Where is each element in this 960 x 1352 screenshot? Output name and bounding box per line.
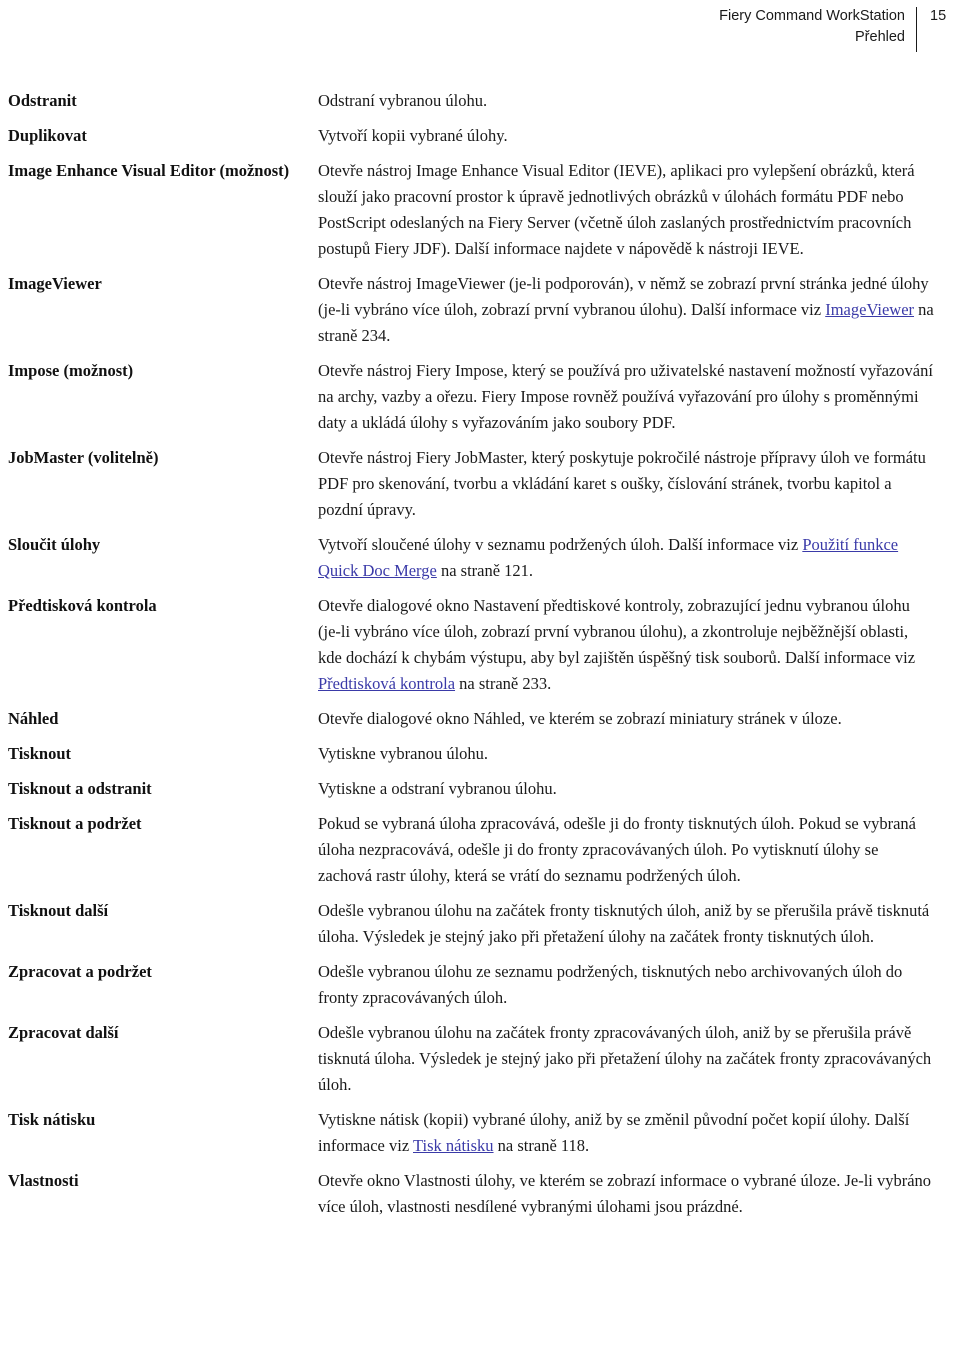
description-paragraph: Otevře nástroj Fiery Impose, který se po…	[318, 361, 933, 432]
cross-reference-link[interactable]: Tisk nátisku	[413, 1136, 494, 1155]
definition-row: Image Enhance Visual Editor (možnost) Ote…	[0, 158, 960, 262]
page-header: Fiery Command WorkStation Přehled 15	[0, 0, 960, 60]
command-term: Vlastnosti	[8, 1171, 79, 1190]
command-term: Tisknout a odstranit	[8, 779, 152, 798]
command-term: Impose (možnost)	[8, 361, 134, 380]
command-term: Zpracovat další	[8, 1023, 119, 1042]
command-term: Náhled	[8, 709, 59, 728]
command-description: Otevře dialogové okno Nastavení předtisk…	[318, 593, 960, 697]
description-paragraph: Otevře nástroj Fiery JobMaster, který po…	[318, 448, 926, 519]
description-paragraph: Otevře dialogové okno Nastavení předtisk…	[318, 593, 936, 697]
command-term: Tisk nátisku	[8, 1110, 96, 1129]
command-description: Vytiskne a odstraní vybranou úlohu.	[318, 776, 960, 802]
description-paragraph: Vytiskne a odstraní vybranou úlohu.	[318, 779, 557, 798]
command-description: Pokud se vybraná úloha zpracovává, odešl…	[318, 811, 960, 889]
description-text-after-link: na straně 121.	[436, 561, 534, 580]
definition-row: Tisk nátisku Vytiskne nátisk (kopii) vybr…	[0, 1107, 960, 1159]
command-description: Odešle vybranou úlohu na začátek fronty …	[318, 898, 960, 950]
description-paragraph: Otevře nástroj Image Enhance Visual Edit…	[318, 161, 915, 258]
command-term: Odstranit	[8, 91, 77, 110]
definition-row: Předtisková kontrola Otevře dialogové okn…	[0, 593, 960, 697]
description-paragraph: Odešle vybranou úlohu ze seznamu podržen…	[318, 962, 903, 1007]
command-term: Tisknout	[8, 744, 71, 763]
command-description: Vytiskne vybranou úlohu.	[318, 741, 960, 767]
definition-row: Sloučit úlohy Vytvoří sloučené úlohy v se…	[0, 532, 960, 584]
description-paragraph: Vytvoří sloučené úlohy v seznamu podržen…	[318, 532, 936, 584]
description-text-before-link: Otevře dialogové okno Nastavení předtisk…	[318, 596, 916, 667]
command-term: Image Enhance Visual Editor (možnost)	[8, 161, 290, 180]
command-term: Sloučit úlohy	[8, 535, 101, 554]
command-description: Otevře nástroj Fiery JobMaster, který po…	[318, 445, 960, 523]
command-description: Otevře nástroj Fiery Impose, který se po…	[318, 358, 960, 436]
description-paragraph: Otevře nástroj ImageViewer (je-li podpor…	[318, 271, 936, 349]
definition-row: Vlastnosti Otevře okno Vlastnosti úlohy, …	[0, 1168, 960, 1220]
definition-row: Impose (možnost) Otevře nástroj Fiery Imp…	[0, 358, 960, 436]
command-term: JobMaster (volitelně)	[8, 448, 159, 467]
command-description: Odešle vybranou úlohu na začátek fronty …	[318, 1020, 960, 1098]
description-paragraph: Odešle vybranou úlohu na začátek fronty …	[318, 901, 930, 946]
command-definition-table: Odstranit Odstraní vybranou úlohu. Dupliko…	[0, 88, 960, 1229]
section-title: Přehled	[855, 29, 905, 45]
definition-row: Duplikovat Vytvoří kopii vybrané úlohy.	[0, 123, 960, 149]
definition-row: Tisknout a podržet Pokud se vybraná úloha…	[0, 811, 960, 889]
command-term: Předtisková kontrola	[8, 596, 157, 615]
description-paragraph: Vytiskne nátisk (kopii) vybrané úlohy, a…	[318, 1107, 936, 1159]
command-description: Vytvoří kopii vybrané úlohy.	[318, 123, 960, 149]
page-number: 15	[930, 8, 947, 24]
definition-row: Zpracovat a podržet Odešle vybranou úlohu…	[0, 959, 960, 1011]
definition-row: Zpracovat další Odešle vybranou úlohu na …	[0, 1020, 960, 1098]
description-text-after-link: na straně 233.	[455, 674, 552, 693]
command-term: ImageViewer	[8, 274, 102, 293]
command-term: Tisknout a podržet	[8, 814, 142, 833]
definition-row: Náhled Otevře dialogové okno Náhled, ve k…	[0, 706, 960, 732]
cross-reference-link[interactable]: Předtisková kontrola	[318, 674, 455, 693]
description-paragraph: Vytiskne vybranou úlohu.	[318, 744, 489, 763]
cross-reference-link[interactable]: ImageViewer	[825, 300, 914, 319]
description-paragraph: Odstraní vybranou úlohu.	[318, 91, 488, 110]
description-paragraph: Odešle vybranou úlohu na začátek fronty …	[318, 1023, 932, 1094]
command-description: Otevře okno Vlastnosti úlohy, ve kterém …	[318, 1168, 960, 1220]
command-description: Vytiskne nátisk (kopii) vybrané úlohy, a…	[318, 1107, 960, 1159]
definition-row: JobMaster (volitelně) Otevře nástroj Fier…	[0, 445, 960, 523]
description-text-before-link: Vytvoří sloučené úlohy v seznamu podržen…	[318, 535, 803, 554]
definition-row: Tisknout další Odešle vybranou úlohu na z…	[0, 898, 960, 950]
definition-row: Tisknout Vytiskne vybranou úlohu.	[0, 741, 960, 767]
command-term: Zpracovat a podržet	[8, 962, 152, 981]
command-description: Otevře nástroj ImageViewer (je-li podpor…	[318, 271, 960, 349]
description-text-after-link: na straně 118.	[493, 1136, 590, 1155]
command-description: Otevře dialogové okno Náhled, ve kterém …	[318, 706, 960, 732]
description-paragraph: Pokud se vybraná úloha zpracovává, odešl…	[318, 814, 916, 885]
command-description: Odstraní vybranou úlohu.	[318, 88, 960, 114]
command-term: Duplikovat	[8, 126, 87, 145]
definition-row: Odstranit Odstraní vybranou úlohu.	[0, 88, 960, 114]
description-text-before-link: Vytiskne nátisk (kopii) vybrané úlohy, a…	[318, 1110, 910, 1155]
header-titles: Fiery Command WorkStation Přehled	[719, 6, 916, 48]
command-description: Odešle vybranou úlohu ze seznamu podržen…	[318, 959, 960, 1011]
description-paragraph: Otevře dialogové okno Náhled, ve kterém …	[318, 709, 842, 728]
product-title: Fiery Command WorkStation	[719, 8, 905, 24]
definition-row: ImageViewer Otevře nástroj ImageViewer (j…	[0, 271, 960, 349]
command-description: Vytvoří sloučené úlohy v seznamu podržen…	[318, 532, 960, 584]
definition-row: Tisknout a odstranit Vytiskne a odstraní …	[0, 776, 960, 802]
description-paragraph: Vytvoří kopii vybrané úlohy.	[318, 126, 508, 145]
command-description: Otevře nástroj Image Enhance Visual Edit…	[318, 158, 960, 262]
description-paragraph: Otevře okno Vlastnosti úlohy, ve kterém …	[318, 1171, 932, 1216]
command-term: Tisknout další	[8, 901, 109, 920]
